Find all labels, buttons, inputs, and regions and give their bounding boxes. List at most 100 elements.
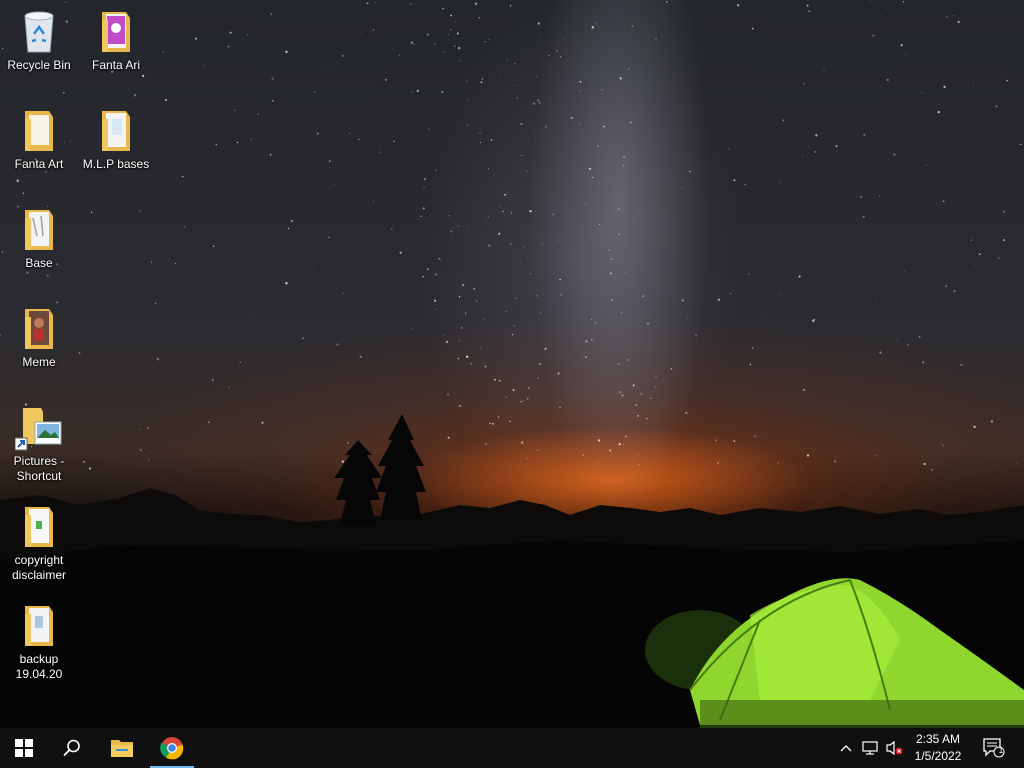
wallpaper-star — [474, 2, 478, 5]
wallpaper-star — [465, 80, 468, 82]
wallpaper-star — [156, 358, 160, 361]
wallpaper-star — [440, 259, 441, 261]
wallpaper-star — [787, 244, 788, 245]
desktop-icon-base[interactable]: Base — [1, 206, 77, 271]
desktop-icon-fanta-art[interactable]: Fanta Art — [1, 107, 77, 172]
desktop-icon-recycle-bin[interactable]: Recycle Bin — [1, 8, 77, 73]
wallpaper-star — [479, 132, 481, 134]
wallpaper-star — [22, 192, 25, 194]
wallpaper-star — [650, 397, 652, 400]
wallpaper-star — [626, 359, 629, 361]
wallpaper-star — [635, 404, 638, 406]
volume-button[interactable] — [884, 738, 904, 758]
desktop-icon-fanta-ari[interactable]: Fanta Ari — [78, 8, 154, 73]
wallpaper-star — [596, 144, 600, 147]
taskbar: 2:35 AM 1/5/2022 1 — [0, 728, 1024, 768]
wallpaper-star — [416, 89, 419, 93]
chrome-button[interactable] — [148, 728, 196, 768]
wallpaper-star — [154, 302, 157, 305]
wallpaper-star — [815, 134, 818, 137]
wallpaper-star — [313, 90, 316, 93]
wallpaper-star — [552, 213, 555, 216]
folder-icon — [15, 107, 63, 155]
wallpaper-star — [621, 394, 624, 397]
wallpaper-star — [802, 388, 806, 392]
wallpaper-star — [228, 386, 230, 388]
wallpaper-star — [490, 139, 493, 141]
wallpaper-star — [509, 432, 511, 433]
search-button[interactable] — [48, 728, 96, 768]
wallpaper-star — [460, 326, 463, 329]
wallpaper-star — [537, 377, 539, 379]
wallpaper-star — [560, 294, 562, 296]
show-hidden-icons-button[interactable] — [836, 738, 856, 758]
wallpaper-star — [372, 200, 375, 202]
wallpaper-star — [610, 337, 612, 339]
wallpaper-star — [654, 385, 657, 388]
wallpaper-star — [543, 272, 545, 274]
wallpaper-star — [973, 425, 976, 429]
wallpaper-star — [646, 391, 648, 393]
wallpaper-star — [269, 153, 272, 156]
wallpaper-star — [385, 79, 387, 81]
desktop-icon-mlp-bases[interactable]: M.L.P bases — [78, 107, 154, 172]
wallpaper-star — [631, 456, 633, 457]
wallpaper-star — [487, 216, 489, 218]
wallpaper-star — [140, 449, 142, 451]
wallpaper-star — [462, 283, 465, 287]
wallpaper-star — [523, 247, 525, 249]
wallpaper-star — [846, 193, 848, 195]
wallpaper-star — [457, 46, 461, 50]
wallpaper-star — [808, 10, 811, 13]
wallpaper-star — [622, 155, 626, 159]
wallpaper-star — [526, 397, 529, 400]
desktop-icon-copyright-disclaimer[interactable]: copyright disclaimer — [1, 503, 77, 583]
wallpaper-star — [459, 404, 462, 407]
wallpaper-star — [16, 179, 19, 182]
wallpaper-star — [585, 340, 588, 343]
wallpaper-star — [879, 351, 882, 354]
wallpaper-star — [204, 64, 205, 66]
wallpaper-star — [537, 22, 540, 25]
desktop[interactable]: Recycle Bin Fanta Ari Fanta Art M.L.P ba… — [0, 0, 1024, 728]
action-center-button[interactable]: 1 — [982, 738, 1006, 758]
wallpaper-star — [519, 262, 521, 264]
wallpaper-star — [341, 460, 344, 463]
wallpaper-star — [729, 292, 732, 295]
wallpaper-star — [526, 170, 528, 173]
wallpaper-star — [510, 242, 512, 245]
file-explorer-button[interactable] — [98, 728, 146, 768]
windows-logo-icon — [15, 739, 33, 757]
wallpaper-star — [837, 126, 839, 128]
wallpaper-star — [133, 94, 137, 97]
desktop-icon-meme[interactable]: Meme — [1, 305, 77, 370]
desktop-icon-pictures-shortcut[interactable]: Pictures - Shortcut — [1, 404, 77, 484]
wallpaper-star — [666, 1, 668, 3]
wallpaper-star — [313, 269, 315, 271]
wallpaper-star — [597, 439, 601, 442]
wallpaper-star — [530, 273, 532, 275]
wallpaper-star — [628, 68, 630, 70]
wallpaper-star — [559, 55, 562, 58]
wallpaper-star — [559, 406, 561, 409]
wallpaper-star — [465, 355, 469, 358]
wallpaper-star — [1000, 418, 1002, 419]
wallpaper-star — [512, 389, 515, 392]
wallpaper-star — [148, 458, 150, 461]
wallpaper-star — [812, 319, 815, 322]
wallpaper-star — [591, 176, 594, 179]
wallpaper-star — [619, 390, 622, 394]
desktop-icon-backup[interactable]: backup 19.04.20 — [1, 602, 77, 682]
clock[interactable]: 2:35 AM 1/5/2022 — [906, 731, 970, 765]
wallpaper-star — [538, 363, 541, 366]
wallpaper-star — [83, 460, 85, 463]
desktop-icon-label: copyright disclaimer — [11, 553, 66, 582]
wallpaper-star — [358, 138, 360, 141]
wallpaper-star — [336, 343, 339, 346]
start-button[interactable] — [0, 728, 48, 768]
wallpaper-star — [146, 426, 149, 429]
wallpaper-star — [1002, 210, 1005, 213]
network-button[interactable] — [860, 738, 880, 758]
wallpaper-star — [454, 21, 456, 23]
wallpaper-star — [978, 253, 981, 256]
